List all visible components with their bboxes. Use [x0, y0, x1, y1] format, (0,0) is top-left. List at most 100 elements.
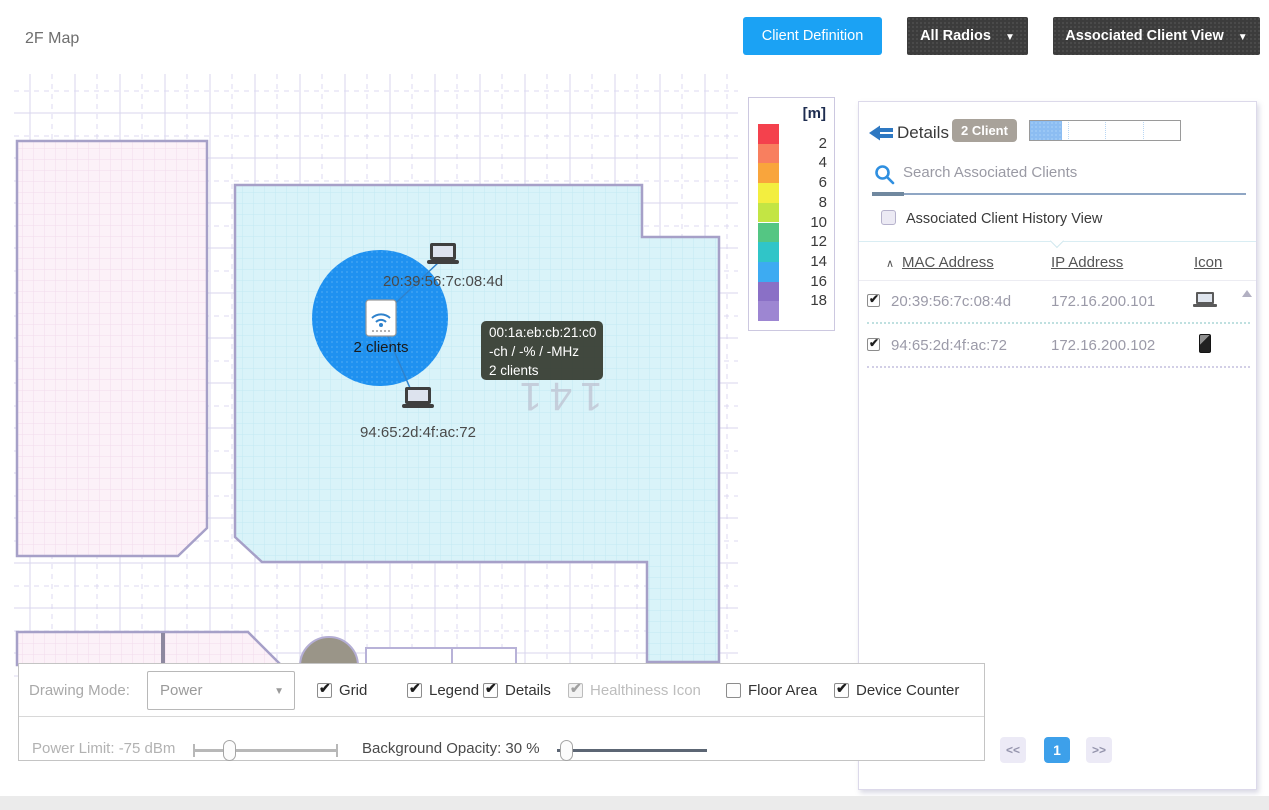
- row-ip: 172.16.200.102: [1051, 337, 1155, 354]
- details-checkbox[interactable]: [483, 683, 498, 698]
- legend-swatch: [758, 144, 779, 164]
- client-definition-button[interactable]: Client Definition: [743, 17, 882, 55]
- pagination-page-button[interactable]: 1: [1044, 737, 1070, 763]
- legend-swatch: [758, 183, 779, 203]
- legend-tick-label: 14: [797, 253, 827, 270]
- client-count-badge: 2 Client: [952, 119, 1017, 142]
- legend-tick-label: 4: [797, 154, 827, 171]
- legend-swatch: [758, 242, 779, 262]
- device-counter-checkbox-label: Device Counter: [856, 682, 959, 699]
- pagination-last-button[interactable]: >>: [1086, 737, 1112, 763]
- column-header-ip[interactable]: IP Address: [1051, 254, 1123, 271]
- legend-checkbox[interactable]: [407, 683, 422, 698]
- ap-tooltip: 00:1a:eb:cb:21:c0 -ch / -% / -MHz 2 clie…: [481, 321, 603, 380]
- pagination-first-button[interactable]: <<: [1000, 737, 1026, 763]
- tooltip-radio-info: -ch / -% / -MHz: [489, 342, 595, 361]
- associated-client-view-dropdown[interactable]: Associated Client View ▼: [1053, 17, 1260, 55]
- legend-tick-label: 6: [797, 174, 827, 191]
- details-title: Details: [897, 123, 949, 143]
- row-ip: 172.16.200.101: [1051, 293, 1155, 310]
- legend-swatch: [758, 262, 779, 282]
- horizontal-scrollbar-track[interactable]: [0, 796, 1269, 810]
- progress-separator: [1105, 122, 1106, 139]
- device-counter-checkbox[interactable]: [834, 683, 849, 698]
- toolbar-row-options: Drawing Mode: Power ▼ Grid Legend Detail…: [19, 664, 984, 717]
- row-mac: 20:39:56:7c:08:4d: [891, 293, 1011, 310]
- legend-checkbox-label: Legend: [429, 682, 479, 699]
- checkbox-device-counter[interactable]: Device Counter: [834, 682, 959, 699]
- all-radios-label: All Radios: [920, 28, 991, 44]
- floor-area-checkbox-label: Floor Area: [748, 682, 817, 699]
- drawing-mode-value: Power: [160, 682, 203, 699]
- search-underline: [872, 193, 1246, 195]
- legend-tick-label: 8: [797, 194, 827, 211]
- chevron-down-icon: ▼: [274, 686, 284, 697]
- floor-dome-shape: [300, 637, 358, 666]
- back-arrow-icon[interactable]: [869, 124, 895, 142]
- progress-separator: [1143, 122, 1144, 139]
- checkbox-legend[interactable]: Legend: [407, 682, 479, 699]
- checkbox-details[interactable]: Details: [483, 682, 551, 699]
- grid-checkbox-label: Grid: [339, 682, 367, 699]
- drawing-mode-select[interactable]: Power ▼: [147, 671, 295, 710]
- legend-tick-label: 12: [797, 233, 827, 250]
- associated-client-view-label: Associated Client View: [1065, 28, 1223, 44]
- row-checkbox[interactable]: [867, 294, 880, 307]
- legend-tick-label: 16: [797, 273, 827, 290]
- search-icon: [874, 164, 895, 185]
- legend-tick-label: 10: [797, 214, 827, 231]
- power-limit-slider[interactable]: [194, 749, 337, 752]
- legend-tick-label: 2: [797, 135, 827, 152]
- client-mac-label: 20:39:56:7c:08:4d: [383, 273, 503, 290]
- column-header-mac[interactable]: MAC Address: [902, 254, 994, 271]
- legend-swatch: [758, 124, 779, 144]
- background-opacity-slider-handle[interactable]: [560, 740, 573, 761]
- floor-area-checkbox[interactable]: [726, 683, 741, 698]
- sort-ascending-icon[interactable]: ∧: [886, 257, 894, 270]
- map-options-toolbar: Drawing Mode: Power ▼ Grid Legend Detail…: [18, 663, 985, 761]
- legend-swatch: [758, 223, 779, 243]
- smartphone-icon: [1199, 334, 1211, 353]
- row-checkbox[interactable]: [867, 338, 880, 351]
- row-divider: [867, 322, 1250, 324]
- room-number-label: 141: [512, 374, 603, 418]
- floor-room-pink-left: [17, 141, 207, 556]
- legend-swatch: [758, 282, 779, 302]
- floor-room-cyan-main: [235, 185, 719, 662]
- legend-swatch: [758, 301, 779, 321]
- grid-checkbox[interactable]: [317, 683, 332, 698]
- checkbox-grid[interactable]: Grid: [317, 682, 367, 699]
- laptop-icon[interactable]: [402, 387, 434, 408]
- ap-client-count-label: 2 clients: [353, 339, 408, 356]
- laptop-icon: [1193, 292, 1217, 309]
- row-divider: [867, 366, 1250, 368]
- progress-fill: [1030, 121, 1062, 140]
- legend-swatch: [758, 203, 779, 223]
- floor-room-pink-bottom: [17, 632, 281, 665]
- tooltip-mac: 00:1a:eb:cb:21:c0: [489, 323, 595, 342]
- row-mac: 94:65:2d:4f:ac:72: [891, 337, 1007, 354]
- background-opacity-slider[interactable]: [557, 749, 707, 752]
- section-divider-notch: [1050, 234, 1064, 248]
- all-radios-dropdown[interactable]: All Radios ▼: [907, 17, 1028, 55]
- app-window: 2F Map Client Definition All Radios ▼ As…: [0, 0, 1269, 810]
- power-limit-slider-handle[interactable]: [223, 740, 236, 761]
- legend-tick-label: 18: [797, 292, 827, 309]
- access-point-icon[interactable]: [366, 300, 396, 336]
- page-title: 2F Map: [25, 30, 79, 48]
- checkbox-floor-area[interactable]: Floor Area: [726, 682, 817, 699]
- search-underline-accent: [872, 192, 904, 196]
- column-header-icon[interactable]: Icon: [1194, 254, 1222, 271]
- healthiness-checkbox-label: Healthiness Icon: [590, 682, 701, 699]
- background-opacity-label: Background Opacity: 30 %: [362, 740, 540, 757]
- tooltip-client-count: 2 clients: [489, 361, 595, 380]
- table-header-divider: [859, 280, 1256, 281]
- scrollbar-up-arrow[interactable]: [1242, 290, 1252, 297]
- power-limit-label: Power Limit: -75 dBm: [32, 740, 175, 757]
- floor-map[interactable]: 141 20:39:56:7c:08:4d 94:65:2d:4f:ac:72 …: [0, 60, 740, 680]
- history-view-checkbox[interactable]: [881, 210, 896, 225]
- details-checkbox-label: Details: [505, 682, 551, 699]
- search-input[interactable]: [903, 164, 1233, 181]
- laptop-icon[interactable]: [427, 243, 459, 264]
- chevron-down-icon: ▼: [1005, 32, 1015, 43]
